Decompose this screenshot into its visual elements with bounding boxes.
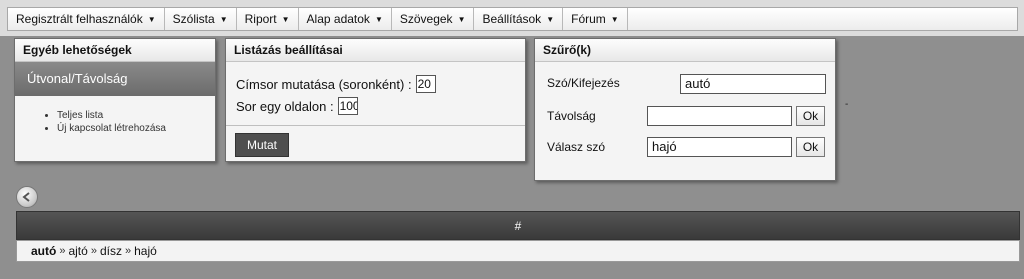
chain-word[interactable]: dísz (100, 244, 122, 258)
distance-input[interactable] (647, 106, 792, 126)
listing-settings-body: Címsor mutatása (soronként) : 20 Sor egy… (226, 62, 525, 116)
separator-dash: - (845, 99, 849, 110)
menu-item-forum[interactable]: Fórum ▼ (563, 8, 628, 30)
results-table-header: # (16, 211, 1020, 240)
rows-per-page-input[interactable]: 100 (337, 97, 358, 115)
caret-down-icon: ▼ (281, 14, 290, 24)
caret-down-icon: ▼ (546, 14, 555, 24)
main-menu: Regisztrált felhasználók ▼ Szólista ▼ Ripo… (7, 7, 1018, 31)
menu-item-label: Riport (244, 12, 277, 26)
header-count-input[interactable]: 20 (415, 75, 436, 93)
caret-down-icon: ▼ (147, 14, 156, 24)
menu-item-registered-users[interactable]: Regisztrált felhasználók ▼ (8, 8, 165, 30)
menu-item-settings[interactable]: Beállítások ▼ (474, 8, 564, 30)
menu-item-report[interactable]: Riport ▼ (237, 8, 299, 30)
table-row: autó » ajtó » dísz » hajó (16, 240, 1020, 262)
listing-settings-panel: Listázás beállításai Címsor mutatása (so… (225, 38, 526, 162)
chain-word[interactable]: hajó (134, 244, 157, 258)
rows-per-page-label: Sor egy oldalon : (236, 98, 334, 114)
word-label: Szó/Kifejezés (547, 76, 620, 90)
caret-down-icon: ▼ (374, 14, 383, 24)
menu-bar-area: Regisztrált felhasználók ▼ Szólista ▼ Ripo… (0, 0, 1024, 36)
caret-down-icon: ▼ (610, 14, 619, 24)
menu-item-texts[interactable]: Szövegek ▼ (392, 8, 475, 30)
caret-down-icon: ▼ (457, 14, 466, 24)
answer-word-input[interactable]: hajó (647, 137, 792, 157)
other-options-panel: Egyéb lehetőségek Útvonal/Távolság Telje… (14, 38, 216, 162)
panel-title: Szűrő(k) (535, 39, 835, 62)
panel-title: Listázás beállításai (226, 39, 525, 62)
chain-separator: » (90, 245, 97, 257)
chain-separator: » (59, 245, 66, 257)
filter-panel: Szűrő(k) Szó/Kifejezés autó Távolság Ok … (534, 38, 836, 181)
menu-filler (628, 8, 1017, 30)
options-link-list: Teljes lista Új kapcsolat létrehozása (15, 110, 215, 134)
panel-title: Egyéb lehetőségek (15, 39, 215, 62)
menu-item-label: Beállítások (482, 12, 542, 26)
back-arrow-icon[interactable] (16, 186, 38, 208)
new-connection-link[interactable]: Új kapcsolat létrehozása (57, 123, 215, 134)
menu-item-label: Regisztrált felhasználók (16, 12, 143, 26)
menu-item-word-list[interactable]: Szólista ▼ (165, 8, 237, 30)
rows-per-page-row: Sor egy oldalon : 100 (236, 96, 525, 116)
divider (226, 125, 525, 126)
distance-label: Távolság (547, 109, 596, 123)
menu-item-label: Szövegek (399, 12, 453, 26)
show-button[interactable]: Mutat (235, 133, 289, 157)
menu-item-label: Szólista (172, 12, 215, 26)
header-count-row: Címsor mutatása (soronként) : 20 (236, 74, 525, 94)
distance-ok-button[interactable]: Ok (796, 106, 825, 126)
chain-separator: » (124, 245, 132, 257)
menu-item-label: Alap adatok (306, 12, 370, 26)
route-distance-item[interactable]: Útvonal/Távolság (15, 62, 215, 96)
header-count-label: Címsor mutatása (soronként) : (236, 76, 412, 92)
caret-down-icon: ▼ (219, 14, 228, 24)
chain-word[interactable]: autó (31, 244, 56, 258)
menu-item-label: Fórum (571, 12, 606, 26)
answer-word-label: Válasz szó (547, 140, 606, 154)
answer-ok-button[interactable]: Ok (796, 137, 825, 157)
menu-item-base-data[interactable]: Alap adatok ▼ (299, 8, 392, 30)
word-input[interactable]: autó (680, 74, 826, 94)
full-list-link[interactable]: Teljes lista (57, 110, 215, 121)
back-arrow-glyph (22, 192, 30, 202)
chain-word[interactable]: ajtó (68, 244, 87, 258)
